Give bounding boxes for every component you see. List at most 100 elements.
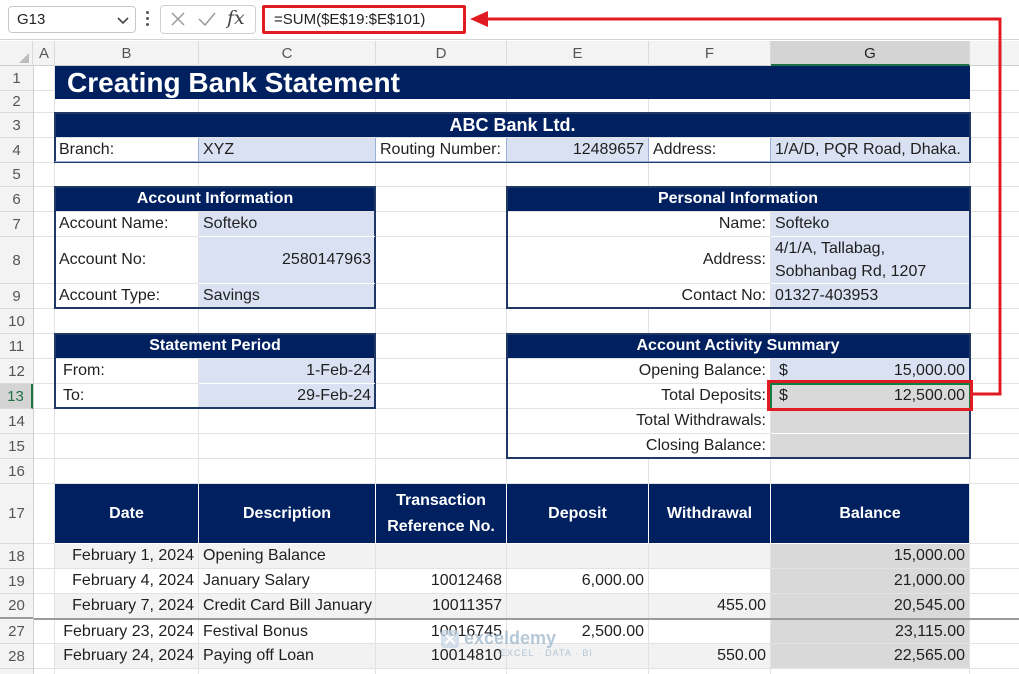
row-header[interactable]: 6	[0, 187, 33, 212]
opening-balance-label[interactable]: Opening Balance:	[507, 359, 770, 383]
personal-name-value[interactable]: Softeko	[771, 212, 969, 236]
column-header-a[interactable]: A	[34, 41, 55, 66]
to-label[interactable]: To:	[55, 384, 198, 408]
more-options-icon[interactable]	[143, 9, 151, 31]
summary-header[interactable]: Account Activity Summary	[507, 334, 969, 358]
row-header[interactable]: 1	[0, 66, 33, 91]
account-type-value[interactable]: Savings	[199, 284, 375, 308]
opening-balance-value[interactable]: $ 15,000.00	[771, 359, 969, 383]
formula-input[interactable]: =SUM($E$19:$E$101)	[262, 5, 466, 34]
reference-cell[interactable]: 10011357	[376, 594, 506, 618]
account-no-label[interactable]: Account No:	[55, 237, 198, 283]
column-header-d[interactable]: D	[376, 41, 507, 66]
personal-info-header[interactable]: Personal Information	[507, 187, 969, 211]
withdrawal-cell[interactable]	[649, 620, 770, 643]
row-header[interactable]: 28	[0, 644, 33, 669]
account-info-header[interactable]: Account Information	[55, 187, 375, 211]
bank-name[interactable]: ABC Bank Ltd.	[55, 113, 970, 137]
column-header-b[interactable]: B	[55, 41, 199, 66]
row-header[interactable]: 2	[0, 91, 33, 113]
col-reference-header[interactable]: Transaction Reference No.	[376, 484, 506, 543]
total-deposits-value[interactable]: $ 12,500.00	[771, 384, 969, 408]
cancel-icon[interactable]	[169, 10, 187, 33]
date-cell[interactable]: February 4, 2024	[55, 569, 198, 593]
col-balance-header[interactable]: Balance	[771, 484, 969, 543]
account-no-value[interactable]: 2580147963	[199, 237, 375, 283]
row-header[interactable]: 8	[0, 237, 33, 284]
date-cell[interactable]: February 7, 2024	[55, 594, 198, 618]
balance-cell[interactable]: 15,000.00	[771, 544, 969, 568]
col-date-header[interactable]: Date	[55, 484, 198, 543]
description-cell[interactable]: January Salary	[199, 569, 375, 593]
withdrawal-cell[interactable]	[649, 544, 770, 568]
reference-cell[interactable]	[376, 544, 506, 568]
description-cell[interactable]: Paying off Loan	[199, 644, 375, 668]
chevron-down-icon[interactable]	[115, 12, 131, 28]
row-header[interactable]: 20	[0, 594, 33, 619]
row-header[interactable]: 14	[0, 409, 33, 434]
row-header[interactable]: 16	[0, 459, 33, 484]
total-withdrawals-label[interactable]: Total Withdrawals:	[507, 409, 770, 433]
deposit-cell[interactable]	[507, 544, 648, 568]
branch-label[interactable]: Branch:	[55, 138, 198, 162]
description-cell[interactable]: Opening Balance	[199, 544, 375, 568]
address-label[interactable]: Address:	[649, 138, 770, 162]
balance-cell[interactable]: 20,545.00	[771, 594, 969, 618]
deposit-cell[interactable]: 6,000.00	[507, 569, 648, 593]
column-header-e[interactable]: E	[507, 41, 649, 66]
row-header[interactable]: 27	[0, 619, 33, 644]
row-header[interactable]: 5	[0, 163, 33, 187]
row-header[interactable]: 10	[0, 309, 33, 334]
personal-address-value[interactable]: 4/1/A, Tallabag, Sobhanbag Rd, 1207	[771, 237, 969, 283]
routing-label[interactable]: Routing Number:	[376, 138, 506, 162]
personal-address-label[interactable]: Address:	[507, 237, 770, 283]
worksheet-grid[interactable]: Creating Bank Statement ABC Bank Ltd. Br…	[34, 66, 1019, 674]
row-header[interactable]: 11	[0, 334, 33, 359]
branch-value[interactable]: XYZ	[199, 138, 375, 162]
statement-period-header[interactable]: Statement Period	[55, 334, 375, 358]
deposit-cell[interactable]	[507, 644, 648, 668]
withdrawal-cell[interactable]	[649, 569, 770, 593]
total-deposits-label[interactable]: Total Deposits:	[507, 384, 770, 408]
row-header-selected[interactable]: 13	[0, 384, 33, 409]
date-cell[interactable]: February 1, 2024	[55, 544, 198, 568]
row-header[interactable]: 18	[0, 544, 33, 569]
address-value[interactable]: 1/A/D, PQR Road, Dhaka.	[771, 138, 969, 162]
name-box[interactable]: G13	[8, 6, 136, 33]
sheet-title[interactable]: Creating Bank Statement	[55, 66, 970, 99]
to-value[interactable]: 29-Feb-24	[199, 384, 375, 408]
row-header[interactable]: 15	[0, 434, 33, 459]
contact-value[interactable]: 01327-403953	[771, 284, 969, 308]
account-type-label[interactable]: Account Type:	[55, 284, 198, 308]
insert-function-icon[interactable]: fx	[227, 7, 245, 29]
deposit-cell[interactable]	[507, 594, 648, 618]
routing-value[interactable]: 12489657	[507, 138, 648, 162]
row-header[interactable]: 12	[0, 359, 33, 384]
row-header[interactable]: 19	[0, 569, 33, 594]
col-description-header[interactable]: Description	[199, 484, 375, 543]
column-header-f[interactable]: F	[649, 41, 771, 66]
reference-cell[interactable]: 10014810	[376, 644, 506, 668]
row-header[interactable]: 7	[0, 212, 33, 237]
total-withdrawals-value[interactable]	[771, 409, 969, 433]
from-label[interactable]: From:	[55, 359, 198, 383]
col-deposit-header[interactable]: Deposit	[507, 484, 648, 543]
closing-balance-label[interactable]: Closing Balance:	[507, 434, 770, 458]
personal-name-label[interactable]: Name:	[507, 212, 770, 236]
row-header[interactable]: 3	[0, 113, 33, 138]
from-value[interactable]: 1-Feb-24	[199, 359, 375, 383]
withdrawal-cell[interactable]: 455.00	[649, 594, 770, 618]
balance-cell[interactable]: 23,115.00	[771, 620, 969, 643]
balance-cell[interactable]: 22,565.00	[771, 644, 969, 668]
row-header[interactable]: 9	[0, 284, 33, 309]
description-cell[interactable]: Credit Card Bill January	[199, 594, 375, 618]
withdrawal-cell[interactable]: 550.00	[649, 644, 770, 668]
col-withdrawal-header[interactable]: Withdrawal	[649, 484, 770, 543]
row-header[interactable]: 4	[0, 138, 33, 163]
date-cell[interactable]: February 23, 2024	[55, 620, 198, 643]
balance-cell[interactable]: 21,000.00	[771, 569, 969, 593]
date-cell[interactable]: February 24, 2024	[55, 644, 198, 668]
row-header[interactable]: 17	[0, 484, 33, 544]
reference-cell[interactable]: 10012468	[376, 569, 506, 593]
select-all-corner[interactable]	[0, 41, 33, 66]
